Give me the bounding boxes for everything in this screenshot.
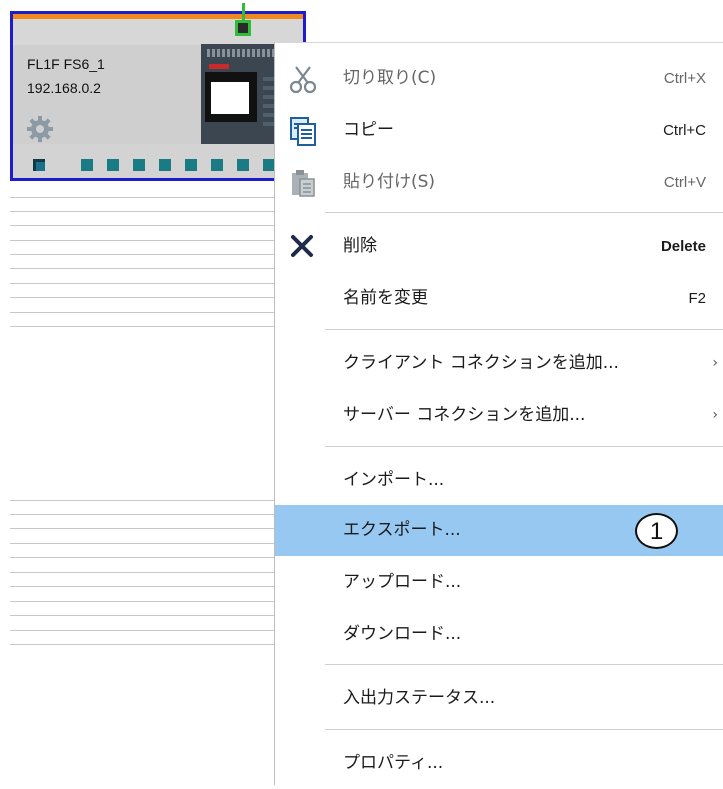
delete-x-icon (291, 235, 313, 257)
menu-item-shortcut: F2 (688, 290, 706, 307)
menu-separator (325, 664, 723, 665)
menu-item-rename[interactable]: 名前を変更 F2 (275, 273, 723, 324)
menu-item-add-client-connection[interactable]: クライアント コネクションを追加... › (275, 338, 723, 389)
io-port-strip (13, 144, 303, 178)
context-menu: 切り取り(C) Ctrl+X コピー Ctrl+C 貼り付け(S) Ctrl+V… (274, 42, 723, 785)
menu-item-label: 入出力ステータス... (343, 688, 496, 708)
copy-icon (290, 117, 316, 146)
menu-item-label: 削除 (343, 236, 377, 256)
menu-item-properties[interactable]: プロパティ... (275, 738, 723, 789)
menu-item-copy[interactable]: コピー Ctrl+C (275, 105, 723, 156)
menu-item-import[interactable]: インポート... (275, 455, 723, 506)
menu-separator (325, 212, 723, 213)
io-port-icon (107, 159, 119, 171)
menu-separator (325, 329, 723, 330)
menu-item-label: プロパティ... (343, 753, 444, 773)
scissors-icon (289, 66, 317, 94)
menu-item-shortcut: Delete (660, 238, 706, 255)
ethernet-port-icon[interactable] (235, 20, 251, 36)
chevron-right-icon: › (712, 355, 718, 371)
menu-item-shortcut: Ctrl+C (663, 122, 706, 139)
io-port-icon (185, 159, 197, 171)
menu-item-label: コピー (343, 120, 394, 140)
menu-item-label: 貼り付け(S) (343, 172, 436, 192)
menu-item-shortcut: Ctrl+V (663, 174, 706, 191)
device-node[interactable]: FL1F FS6_1 192.168.0.2 (10, 3, 306, 181)
io-port-icon (237, 159, 249, 171)
menu-item-add-server-connection[interactable]: サーバー コネクションを追加... › (275, 390, 723, 441)
menu-item-label: 切り取り(C) (343, 68, 437, 88)
chevron-right-icon: › (712, 407, 718, 423)
io-port-icon (81, 159, 93, 171)
menu-item-label: サーバー コネクションを追加... (343, 405, 586, 425)
callout-marker: 1 (635, 513, 678, 549)
menu-separator (325, 446, 723, 447)
io-port-icon (159, 159, 171, 171)
menu-item-label: インポート... (343, 470, 445, 490)
menu-item-label: クライアント コネクションを追加... (343, 353, 619, 373)
menu-separator (325, 729, 723, 730)
menu-item-upload[interactable]: アップロード... (275, 557, 723, 608)
menu-item-label: ダウンロード... (343, 624, 462, 644)
paste-icon (292, 170, 315, 197)
menu-item-paste[interactable]: 貼り付け(S) Ctrl+V (275, 157, 723, 208)
io-port-icon (133, 159, 145, 171)
gear-icon (27, 116, 53, 142)
menu-item-cut[interactable]: 切り取り(C) Ctrl+X (275, 53, 723, 104)
device-name: FL1F FS6_1 (27, 56, 105, 72)
menu-item-export[interactable]: エクスポート... 1 (275, 505, 723, 556)
device-ip-address: 192.168.0.2 (27, 80, 101, 96)
device-header-band (13, 19, 303, 45)
menu-item-download[interactable]: ダウンロード... (275, 609, 723, 660)
menu-item-label: エクスポート... (343, 520, 461, 540)
menu-item-shortcut: Ctrl+X (663, 70, 706, 87)
io-port-icon (211, 159, 223, 171)
menu-item-label: 名前を変更 (343, 288, 428, 308)
menu-item-io-status[interactable]: 入出力ステータス... (275, 673, 723, 724)
io-port-icon (33, 159, 45, 171)
menu-item-delete[interactable]: 削除 Delete (275, 221, 723, 272)
menu-item-label: アップロード... (343, 572, 462, 592)
connection-line (242, 3, 245, 20)
